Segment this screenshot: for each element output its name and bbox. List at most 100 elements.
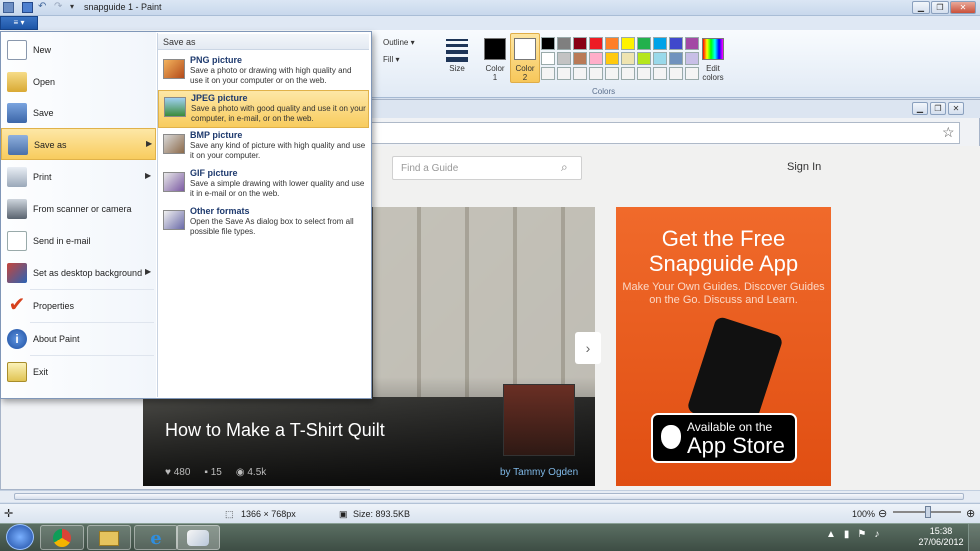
undo-icon[interactable]: ↶: [38, 2, 49, 13]
zoom-slider-thumb[interactable]: [925, 506, 931, 518]
action-center-icon[interactable]: ⚑: [857, 529, 866, 540]
palette-swatch[interactable]: [605, 37, 619, 50]
color2-swatch[interactable]: [514, 38, 536, 60]
palette-swatch[interactable]: [605, 67, 619, 80]
menu-item-save-as[interactable]: Save as ▶: [1, 128, 156, 160]
browser-address-bar: [370, 122, 960, 144]
menu-item-open-label: Open: [33, 77, 56, 87]
palette-swatch[interactable]: [669, 52, 683, 65]
promo-title: Get the Free Snapguide App: [648, 226, 799, 276]
show-desktop-button[interactable]: [968, 524, 980, 551]
palette-swatch[interactable]: [557, 52, 571, 65]
start-button[interactable]: [6, 524, 34, 550]
menu-item-print[interactable]: Print ▶: [1, 161, 156, 193]
color1-swatch[interactable]: [484, 38, 506, 60]
palette-swatch[interactable]: [557, 67, 571, 80]
palette-swatch[interactable]: [573, 37, 587, 50]
palette-swatch[interactable]: [589, 52, 603, 65]
palette-swatch[interactable]: [653, 52, 667, 65]
colors-group-label: Colors: [592, 87, 616, 96]
likes-stat: ♥ 480: [165, 467, 191, 478]
menu-item-open[interactable]: Open: [1, 66, 156, 98]
jpeg-title: JPEG picture: [191, 93, 248, 103]
save-as-bmp[interactable]: BMP picture Save any kind of picture wit…: [158, 128, 369, 166]
menu-item-desktop-background[interactable]: Set as desktop background ▶: [1, 257, 156, 289]
palette-swatch[interactable]: [589, 67, 603, 80]
edit-colors-icon[interactable]: [702, 38, 724, 60]
size-lines-icon[interactable]: [446, 39, 468, 62]
browser-title-bar: [370, 100, 980, 118]
search-icon: ⌕: [561, 160, 568, 174]
menu-item-email[interactable]: Send in e-mail: [1, 225, 156, 257]
sign-in-link: Sign In: [787, 161, 822, 173]
palette-swatch[interactable]: [557, 37, 571, 50]
palette-swatch[interactable]: [685, 52, 699, 65]
browser-close-icon: ✕: [948, 102, 964, 115]
hero-stats: ♥ 480 ▪ 15 ◉ 4.5k: [165, 467, 266, 478]
edit-colors-label: Edit colors: [702, 64, 724, 82]
save-as-gif[interactable]: GIF picture Save a simple drawing with l…: [158, 166, 369, 204]
quick-save-icon[interactable]: [22, 2, 33, 13]
explorer-taskbar-icon[interactable]: [87, 525, 131, 550]
ie-taskbar-icon[interactable]: e: [134, 525, 178, 550]
palette-swatch[interactable]: [685, 37, 699, 50]
menu-item-email-label: Send in e-mail: [33, 236, 91, 246]
palette-swatch[interactable]: [637, 37, 651, 50]
tray-arrow-icon[interactable]: ▲: [826, 529, 836, 540]
save-as-png[interactable]: PNG picture Save a photo or drawing with…: [158, 53, 369, 91]
menu-item-new[interactable]: New: [1, 34, 156, 66]
palette-swatch[interactable]: [669, 37, 683, 50]
menu-item-exit[interactable]: Exit: [1, 356, 156, 388]
palette-swatch[interactable]: [541, 52, 555, 65]
file-size: Size: 893.5KB: [353, 509, 411, 519]
palette-swatch[interactable]: [621, 52, 635, 65]
menu-item-about[interactable]: i About Paint: [1, 323, 156, 355]
palette-swatch[interactable]: [589, 37, 603, 50]
palette-swatch[interactable]: [621, 37, 635, 50]
palette-swatch[interactable]: [669, 67, 683, 80]
customize-quick-access-icon[interactable]: ▾: [70, 2, 81, 13]
fill-dropdown[interactable]: Fill ▾: [383, 55, 399, 64]
palette-swatch[interactable]: [685, 67, 699, 80]
close-button[interactable]: ✕: [950, 1, 976, 14]
paint-taskbar-icon[interactable]: [176, 525, 220, 550]
system-clock[interactable]: 15:38 27/06/2012: [918, 526, 964, 548]
palette-swatch[interactable]: [637, 52, 651, 65]
file-size-icon: ▣: [339, 509, 348, 519]
new-file-icon: [7, 40, 27, 60]
quilt-photo: [373, 207, 595, 397]
palette-swatch[interactable]: [621, 67, 635, 80]
palette-swatch[interactable]: [653, 67, 667, 80]
scrollbar-thumb[interactable]: [14, 493, 964, 500]
bmp-picture-icon: [163, 134, 185, 154]
palette-swatch[interactable]: [541, 67, 555, 80]
app-store-badge: Available on the App Store: [651, 413, 797, 463]
save-as-jpeg[interactable]: JPEG picture Save a photo with good qual…: [158, 90, 369, 128]
menu-item-scanner[interactable]: From scanner or camera: [1, 193, 156, 225]
horizontal-scrollbar[interactable]: [0, 490, 980, 502]
maximize-button[interactable]: ❐: [931, 1, 949, 14]
palette-swatch[interactable]: [653, 37, 667, 50]
menu-item-properties[interactable]: ✔ Properties: [1, 290, 156, 322]
zoom-in-icon[interactable]: ⊕: [966, 507, 975, 520]
palette-swatch[interactable]: [605, 52, 619, 65]
menu-item-save[interactable]: Save: [1, 97, 156, 129]
gif-picture-icon: [163, 172, 185, 192]
palette-swatch[interactable]: [573, 67, 587, 80]
palette-swatch[interactable]: [541, 37, 555, 50]
app-store-line2: App Store: [687, 433, 785, 458]
minimize-button[interactable]: ▁: [912, 1, 930, 14]
gif-description: Save a simple drawing with lower quality…: [190, 179, 365, 198]
volume-icon[interactable]: ♪: [874, 529, 879, 540]
hero-title: How to Make a T-Shirt Quilt: [165, 420, 385, 440]
save-as-other-formats[interactable]: Other formats Open the Save As dialog bo…: [158, 204, 369, 242]
palette-swatch[interactable]: [573, 52, 587, 65]
redo-icon[interactable]: ↷: [54, 2, 65, 13]
browser-restore-icon: ❐: [930, 102, 946, 115]
zoom-out-icon[interactable]: ⊖: [878, 507, 887, 520]
chrome-taskbar-icon[interactable]: [40, 525, 84, 550]
file-menu-button[interactable]: ≡ ▾: [0, 16, 38, 30]
palette-swatch[interactable]: [637, 67, 651, 80]
outline-dropdown[interactable]: Outline ▾: [383, 38, 415, 47]
network-icon[interactable]: ▮: [844, 529, 850, 540]
